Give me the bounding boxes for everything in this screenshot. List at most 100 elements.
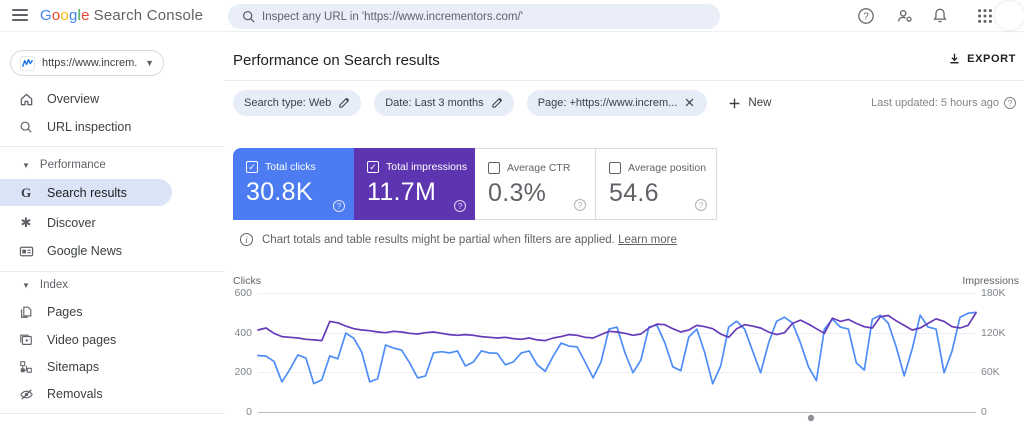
- main-content: Performance on Search results EXPORT Sea…: [225, 32, 1024, 424]
- y-tick: 0: [981, 406, 987, 418]
- divider: [0, 271, 225, 272]
- edit-pencil-icon[interactable]: [338, 97, 350, 109]
- sidebar-item-label: Pages: [47, 305, 83, 319]
- edit-pencil-icon[interactable]: [491, 97, 503, 109]
- product-name: Search Console: [93, 7, 204, 24]
- removals-eye-off-icon: [18, 386, 34, 402]
- manage-users-icon[interactable]: [896, 7, 914, 25]
- avatar[interactable]: [995, 1, 1024, 30]
- help-tooltip-icon[interactable]: ?: [454, 200, 466, 212]
- magnifier-icon: [18, 119, 34, 135]
- property-selector[interactable]: https://www.increm... ▼: [10, 50, 164, 76]
- cursor-dot: [807, 414, 815, 422]
- sidebar-item-sitemaps[interactable]: Sitemaps: [0, 353, 200, 381]
- card-average-ctr[interactable]: Average CTR 0.3% ?: [475, 148, 596, 220]
- y-tick: 400: [234, 327, 252, 339]
- url-inspect-searchbar[interactable]: [228, 4, 720, 29]
- sidebar-item-removals[interactable]: Removals: [0, 380, 200, 408]
- last-updated-status: Last updated: 5 hours ago ?: [871, 97, 1016, 109]
- sidebar-item-discover[interactable]: ✱ Discover: [0, 209, 200, 237]
- divider: [0, 413, 225, 414]
- section-label: Performance: [39, 159, 106, 171]
- search-icon: [242, 10, 255, 23]
- google-g-icon: G: [20, 184, 32, 200]
- metric-cards-row: ✓ Total clicks 30.8K ? ✓ Total impressio…: [233, 148, 717, 220]
- metric-value: 30.8K: [246, 178, 313, 206]
- help-tooltip-icon[interactable]: ?: [695, 199, 707, 211]
- metric-value: 0.3%: [488, 179, 547, 207]
- plus-icon: [730, 98, 740, 108]
- card-average-position[interactable]: Average position 54.6 ?: [596, 148, 717, 220]
- sidebar-item-url-inspection[interactable]: URL inspection: [0, 113, 200, 141]
- help-icon[interactable]: ?: [857, 7, 875, 25]
- metric-value: 54.6: [609, 179, 659, 207]
- sidebar-item-label: Video pages: [47, 333, 117, 347]
- notifications-bell-icon[interactable]: [931, 7, 949, 25]
- apps-grid-icon[interactable]: [976, 7, 994, 25]
- sidebar-item-label: Search results: [47, 185, 127, 200]
- sidebar-item-overview[interactable]: Overview: [0, 85, 200, 113]
- y-tick: 600: [234, 287, 252, 299]
- divider: [0, 146, 225, 147]
- section-performance[interactable]: ▼ Performance: [0, 157, 106, 173]
- filter-chip-search-type[interactable]: Search type: Web: [233, 90, 362, 116]
- sidebar-item-label: Google News: [47, 244, 123, 258]
- property-url: https://www.increm...: [42, 57, 139, 69]
- search-input[interactable]: [262, 10, 708, 23]
- video-pages-icon: [18, 332, 34, 348]
- sitemaps-icon: [18, 359, 34, 375]
- news-icon: [18, 243, 34, 259]
- card-total-clicks[interactable]: ✓ Total clicks 30.8K ?: [233, 148, 354, 220]
- chevron-down-icon: ▼: [145, 58, 154, 68]
- left-axis-title: Clicks: [233, 275, 261, 287]
- new-filter-button[interactable]: New: [728, 97, 771, 110]
- sidebar-item-label: Discover: [47, 216, 96, 230]
- filter-chip-date[interactable]: Date: Last 3 months: [374, 90, 514, 116]
- checkbox-unchecked-icon[interactable]: [609, 162, 621, 174]
- learn-more-link[interactable]: Learn more: [618, 234, 677, 246]
- help-tooltip-icon[interactable]: ?: [1004, 97, 1016, 109]
- close-icon[interactable]: [684, 97, 696, 109]
- download-icon: [950, 53, 959, 64]
- export-button[interactable]: EXPORT: [948, 52, 1016, 65]
- card-total-impressions[interactable]: ✓ Total impressions 11.7M ?: [354, 148, 475, 220]
- filter-chip-row: Search type: Web Date: Last 3 months Pag…: [233, 90, 771, 116]
- sidebar-item-label: Overview: [47, 92, 100, 106]
- sidebar: https://www.increm... ▼ Overview URL ins…: [0, 32, 225, 424]
- help-tooltip-icon[interactable]: ?: [333, 200, 345, 212]
- divider: [225, 80, 1024, 81]
- y-tick: 120K: [981, 327, 1006, 339]
- hamburger-menu-icon[interactable]: [12, 9, 28, 22]
- sidebar-item-google-news[interactable]: Google News: [0, 237, 200, 265]
- filter-chip-page[interactable]: Page: +https://www.increm...: [526, 90, 708, 116]
- section-label: Index: [39, 279, 69, 291]
- pages-icon: [18, 304, 34, 320]
- performance-chart-plot-area[interactable]: [258, 280, 976, 412]
- home-icon: [18, 91, 34, 107]
- y-tick: 180K: [981, 287, 1006, 299]
- sidebar-item-video-pages[interactable]: Video pages: [0, 326, 200, 354]
- collapse-arrow-icon: ▼: [22, 160, 30, 170]
- sidebar-item-pages[interactable]: Pages: [0, 298, 200, 326]
- top-app-bar: GoogleSearch Console ?: [0, 0, 1024, 32]
- checkbox-checked-icon[interactable]: ✓: [367, 161, 379, 173]
- checkbox-unchecked-icon[interactable]: [488, 162, 500, 174]
- google-logo-text: Google: [40, 7, 90, 24]
- y-tick: 60K: [981, 366, 1000, 378]
- help-tooltip-icon[interactable]: ?: [574, 199, 586, 211]
- y-tick: 0: [246, 406, 252, 418]
- sidebar-item-search-results[interactable]: G Search results: [0, 179, 172, 206]
- svg-text:?: ?: [863, 12, 869, 23]
- discover-icon: ✱: [20, 215, 32, 230]
- sidebar-item-label: Sitemaps: [47, 360, 100, 374]
- info-icon: i: [240, 233, 253, 246]
- sidebar-item-label: URL inspection: [47, 120, 132, 134]
- partial-data-notice: i Chart totals and table results might b…: [240, 233, 677, 246]
- section-index[interactable]: ▼ Index: [0, 277, 68, 293]
- metric-value: 11.7M: [367, 178, 437, 206]
- sidebar-item-label: Removals: [47, 387, 103, 401]
- page-title: Performance on Search results: [233, 52, 440, 69]
- app-logo[interactable]: Google Search Console: [40, 7, 203, 24]
- checkbox-checked-icon[interactable]: ✓: [246, 161, 258, 173]
- y-tick: 200: [234, 366, 252, 378]
